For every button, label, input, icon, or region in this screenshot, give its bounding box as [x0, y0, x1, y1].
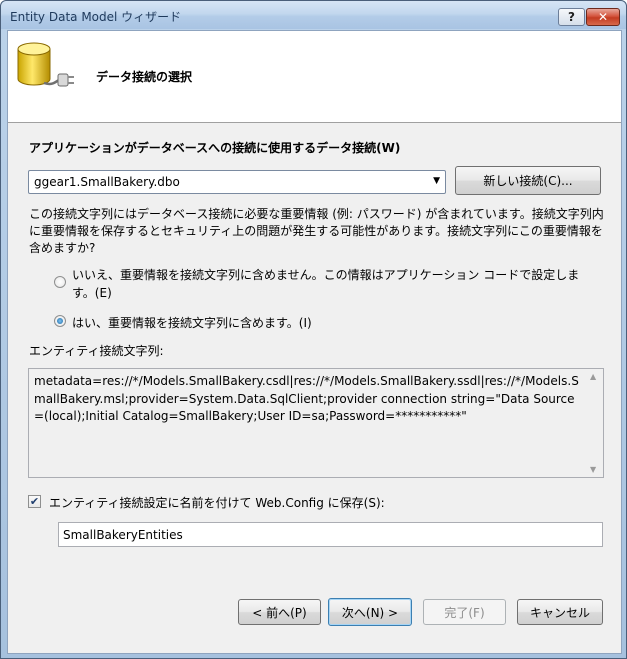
include-sensitive-radio[interactable] — [54, 315, 66, 327]
close-icon: ✕ — [597, 10, 609, 24]
finish-button[interactable]: 完了(F) — [423, 599, 506, 625]
page-title: データ接続の選択 — [96, 70, 193, 84]
connection-select[interactable]: ggear1.SmallBakery.dbo ▼ — [28, 170, 446, 194]
connection-select-value: ggear1.SmallBakery.dbo — [34, 175, 180, 189]
checkmark-icon: ✔ — [29, 495, 40, 508]
vertical-scrollbar[interactable]: ▲ ▼ — [586, 369, 603, 477]
entity-name-input[interactable]: SmallBakeryEntities — [58, 522, 603, 547]
window-title: Entity Data Model ウィザード — [10, 10, 182, 24]
wizard-header: データ接続の選択 — [8, 31, 621, 123]
next-button[interactable]: 次へ(N) > — [328, 598, 412, 626]
entity-connection-string-text: metadata=res://*/Models.SmallBakery.csdl… — [34, 374, 579, 423]
database-plug-icon — [17, 42, 74, 87]
exclude-sensitive-label[interactable]: いいえ、重要情報を接続文字列に含めません。この情報はアプリケーション コードで設… — [72, 266, 592, 302]
chevron-down-icon: ▼ — [433, 176, 440, 186]
scroll-up-icon[interactable]: ▲ — [590, 372, 596, 381]
wizard-window: Entity Data Model ウィザード ? ✕ データ接続の選択 アプリ… — [0, 0, 627, 659]
help-icon: ? — [568, 10, 575, 24]
connection-label: アプリケーションがデータベースへの接続に使用するデータ接続(W) — [29, 141, 401, 155]
cancel-button[interactable]: キャンセル — [517, 599, 603, 625]
new-connection-button[interactable]: 新しい接続(C)... — [455, 166, 601, 195]
save-to-webconfig-checkbox[interactable]: ✔ — [28, 495, 41, 508]
help-button[interactable]: ? — [558, 8, 585, 26]
close-button[interactable]: ✕ — [586, 8, 620, 26]
save-to-webconfig-label[interactable]: エンティティ接続設定に名前を付けて Web.Config に保存(S): — [49, 494, 385, 511]
exclude-sensitive-radio[interactable] — [54, 276, 66, 288]
title-bar[interactable]: Entity Data Model ウィザード ? ✕ — [1, 1, 626, 29]
entity-connection-string[interactable]: metadata=res://*/Models.SmallBakery.csdl… — [28, 368, 604, 478]
scroll-down-icon[interactable]: ▼ — [590, 465, 596, 474]
entity-name-value: SmallBakeryEntities — [63, 528, 183, 542]
back-button[interactable]: < 前へ(P) — [238, 599, 321, 625]
entity-connection-label: エンティティ接続文字列: — [29, 344, 164, 358]
wizard-content: データ接続の選択 アプリケーションがデータベースへの接続に使用するデータ接続(W… — [7, 30, 622, 654]
include-sensitive-label[interactable]: はい、重要情報を接続文字列に含めます。(I) — [72, 314, 312, 331]
sensitive-info-description: この接続文字列にはデータベース接続に必要な重要情報 (例: パスワード) が含ま… — [29, 207, 604, 255]
